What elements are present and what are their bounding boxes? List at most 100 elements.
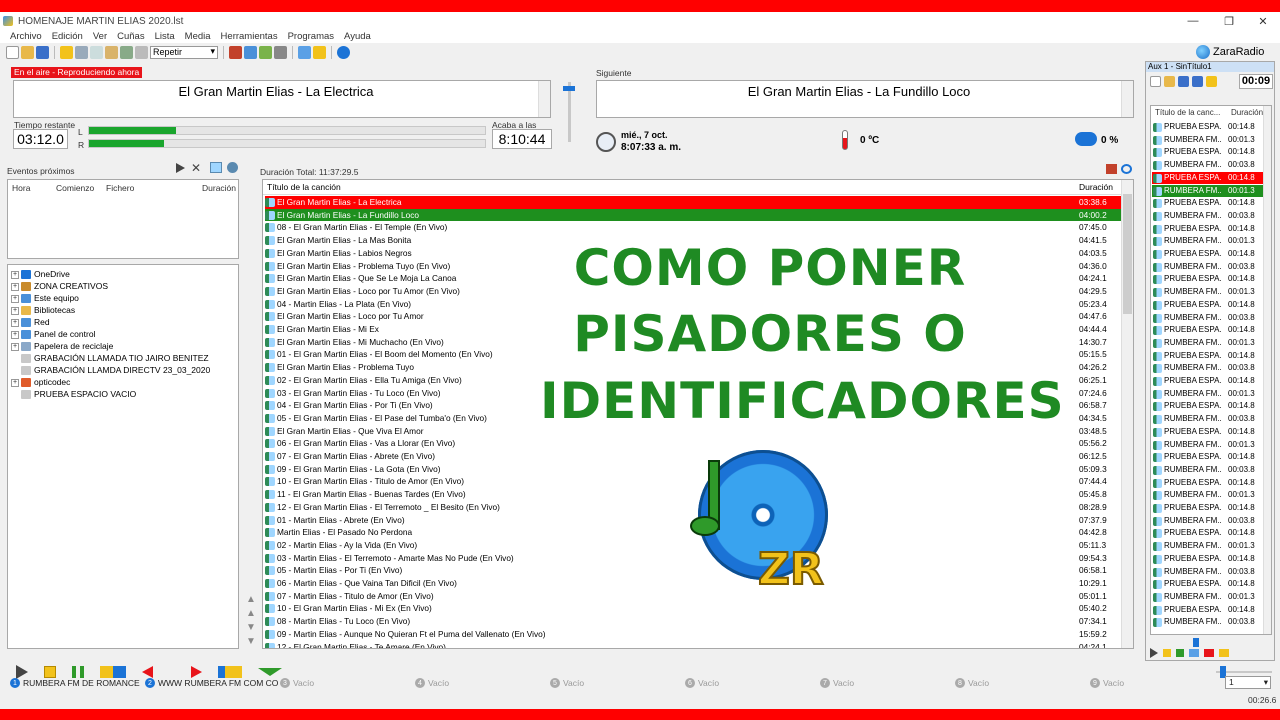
menu-programas[interactable]: Programas (288, 31, 334, 42)
instant-slot-2[interactable]: 2 WWW RUMBERA FM COM CO (145, 678, 278, 688)
aux-row[interactable]: PRUEBA ESPA... 00:14.8 (1152, 553, 1266, 566)
playlist-row[interactable]: El Gran Martin Elias - La Electrica 03:38… (265, 196, 1123, 209)
playlist-row[interactable]: 09 - Martin Elias - Aunque No Quieran Ft… (265, 628, 1123, 641)
aux-row[interactable]: RUMBERA FM... 00:01.3 (1152, 134, 1266, 147)
instant-slot-9[interactable]: 9 Vacío (1090, 678, 1124, 688)
instant-slot-1[interactable]: 1 RUMBERA FM DE ROMANCE (10, 678, 140, 688)
aux-add-icon[interactable] (1206, 76, 1217, 87)
aux-row[interactable]: RUMBERA FM... 00:01.3 (1152, 286, 1266, 299)
playlist-row[interactable]: 02 - Martin Elias - Ay la Vida (En Vivo)… (265, 539, 1123, 552)
playlist-row[interactable]: 06 - Martin Elias - Que Vaina Tan Difici… (265, 577, 1123, 590)
playlist-row[interactable]: 08 - El Gran Martin Elias - El Temple (E… (265, 221, 1123, 234)
aux-scrollbar[interactable] (1263, 106, 1271, 634)
save-icon[interactable] (36, 45, 49, 59)
instant-page-select[interactable]: 1 ▾ (1225, 676, 1271, 689)
instant-slot-3[interactable]: 3 Vacío (280, 678, 314, 688)
aux-save-as-icon[interactable] (1192, 76, 1203, 87)
open-folder-icon[interactable] (21, 45, 34, 59)
maximize-button[interactable]: ❐ (1212, 12, 1246, 30)
aux-row[interactable]: RUMBERA FM... 00:03.8 (1152, 616, 1266, 629)
aux-row[interactable]: RUMBERA FM... 00:03.8 (1152, 515, 1266, 528)
aux-play-icon[interactable] (1150, 648, 1158, 658)
tree-item[interactable]: GRABACIÓN LLAMADA TIO JAIRO BENITEZ (11, 352, 209, 364)
aux-row[interactable]: PRUEBA ESPA... 00:14.8 (1152, 350, 1266, 363)
expand-icon[interactable]: + (11, 378, 19, 387)
instant-slot-7[interactable]: 7 Vacío (820, 678, 854, 688)
tree-item[interactable]: + Este equipo (11, 292, 79, 304)
instant-slot-8[interactable]: 8 Vacío (955, 678, 989, 688)
tools-icon[interactable] (229, 45, 242, 59)
aux-row[interactable]: RUMBERA FM... 00:03.8 (1152, 413, 1266, 426)
aux-row[interactable]: RUMBERA FM... 00:03.8 (1152, 362, 1266, 375)
playlist-scroll-thumb[interactable] (1123, 194, 1132, 314)
instant-slot-6[interactable]: 6 Vacío (685, 678, 719, 688)
expand-icon[interactable]: + (11, 306, 19, 315)
aux-forward-icon[interactable] (1204, 649, 1214, 657)
tree-item[interactable]: + OneDrive (11, 268, 70, 280)
aux-row[interactable]: RUMBERA FM... 00:01.3 (1152, 184, 1266, 198)
playlist-row[interactable]: 05 - Martin Elias - Por Ti (En Vivo) 06:5… (265, 564, 1123, 577)
aux-row[interactable]: PRUEBA ESPA... 00:14.8 (1152, 171, 1266, 185)
aux-row[interactable]: PRUEBA ESPA... 00:14.8 (1152, 273, 1266, 286)
menu-ayuda[interactable]: Ayuda (344, 31, 371, 42)
playlist-icon[interactable] (244, 45, 257, 59)
playlist-row[interactable]: 09 - El Gran Martin Elias - La Gota (En … (265, 463, 1123, 476)
aux-row[interactable]: PRUEBA ESPA... 00:14.8 (1152, 248, 1266, 261)
aux-row[interactable]: PRUEBA ESPA... 00:14.8 (1152, 299, 1266, 312)
playlist-col-duration[interactable]: Duración (1079, 182, 1113, 192)
playlist-row[interactable]: 12 - El Gran Martin Elias - Te Amare (En… (265, 641, 1123, 648)
tree-item[interactable]: + opticodec (11, 376, 70, 388)
events-col-comienzo[interactable]: Comienzo (56, 183, 94, 193)
playlist-scrollbar[interactable] (1121, 180, 1133, 648)
help-icon[interactable] (337, 45, 350, 59)
aux-row[interactable]: PRUEBA ESPA... 00:14.8 (1152, 578, 1266, 591)
tree-item[interactable]: + ZONA CREATIVOS (11, 280, 108, 292)
volume-slider[interactable] (563, 82, 575, 142)
playlist-row[interactable]: 11 - El Gran Martin Elias - Buenas Tarde… (265, 488, 1123, 501)
events-col-duracion[interactable]: Duración (202, 183, 236, 193)
aux-open-icon[interactable] (1164, 76, 1175, 87)
tree-item[interactable]: PRUEBA ESPACIO VACIO (11, 388, 136, 400)
expand-icon[interactable]: + (11, 294, 19, 303)
playlist-row[interactable]: 07 - El Gran Martin Elias - Abrete (En V… (265, 450, 1123, 463)
jump-icon[interactable] (313, 45, 326, 59)
equalizer-icon[interactable] (259, 45, 272, 59)
aux-row[interactable]: RUMBERA FM... 00:03.8 (1152, 261, 1266, 274)
move-down-icon[interactable]: ▼ (246, 622, 256, 633)
aux-row[interactable]: RUMBERA FM... 00:03.8 (1152, 464, 1266, 477)
add-icon[interactable] (60, 45, 73, 59)
tree-item[interactable]: + Papelera de reciclaje (11, 340, 113, 352)
playlist-row[interactable]: 10 - El Gran Martin Elias - Titulo de Am… (265, 475, 1123, 488)
menu-media[interactable]: Media (185, 31, 211, 42)
aux-jump-icon[interactable] (1219, 649, 1229, 657)
aux-col-duration[interactable]: Duración (1231, 108, 1263, 117)
aux-row[interactable]: RUMBERA FM... 00:01.3 (1152, 439, 1266, 452)
move-top-icon[interactable]: ▲ (246, 594, 256, 605)
playlist-row[interactable]: 06 - El Gran Martin Elias - Vas a Llorar… (265, 437, 1123, 450)
aux-row[interactable]: RUMBERA FM... 00:03.8 (1152, 210, 1266, 223)
aux-row[interactable]: PRUEBA ESPA... 00:14.8 (1152, 400, 1266, 413)
volume-thumb[interactable] (563, 86, 575, 91)
events-col-fichero[interactable]: Fichero (106, 183, 134, 193)
cut-icon[interactable] (75, 45, 88, 59)
aux-row[interactable]: PRUEBA ESPA... 00:14.8 (1152, 121, 1266, 134)
aux-row[interactable]: PRUEBA ESPA... 00:14.8 (1152, 197, 1266, 210)
aux-row[interactable]: RUMBERA FM... 00:01.3 (1152, 540, 1266, 553)
aux-row[interactable]: PRUEBA ESPA... 00:14.8 (1152, 324, 1266, 337)
menu-herramientas[interactable]: Herramientas (221, 31, 278, 42)
playlist-row[interactable]: 08 - Martin Elias - Tu Loco (En Vivo) 07:… (265, 615, 1123, 628)
paste-icon[interactable] (105, 45, 118, 59)
tree-item[interactable]: GRABACIÓN LLAMDA DIRECTV 23_03_2020 (11, 364, 210, 376)
aux-row[interactable]: PRUEBA ESPA... 00:14.8 (1152, 502, 1266, 515)
aux-row[interactable]: RUMBERA FM... 00:01.3 (1152, 489, 1266, 502)
next-scrollbar[interactable] (1121, 81, 1133, 117)
aux-pause-icon[interactable] (1176, 649, 1184, 657)
aux-row[interactable]: RUMBERA FM... 00:01.3 (1152, 591, 1266, 604)
aux-row[interactable]: PRUEBA ESPA... 00:14.8 (1152, 426, 1266, 439)
repeat-select[interactable]: Repetir (150, 45, 218, 59)
aux-position-slider[interactable] (1193, 638, 1199, 647)
aux-row[interactable]: RUMBERA FM... 00:01.3 (1152, 235, 1266, 248)
events-col-hora[interactable]: Hora (12, 183, 30, 193)
playlist-row[interactable]: 12 - El Gran Martin Elias - El Terremoto… (265, 501, 1123, 514)
copy-icon[interactable] (90, 45, 103, 59)
